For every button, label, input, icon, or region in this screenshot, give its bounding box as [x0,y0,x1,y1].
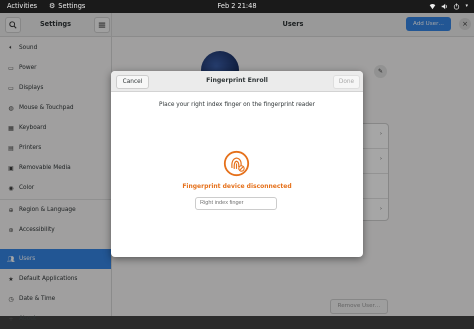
chevron-down-icon: ▾ [465,3,468,9]
enroll-instruction: Place your right index finger on the fin… [159,102,315,108]
power-menu-icon [454,3,460,10]
fingerprint-icon [223,150,250,177]
info-icon: + [8,315,14,323]
dialog-header: Fingerprint Enroll Cancel Done [111,71,363,92]
fingerprint-enroll-dialog: Fingerprint Enroll Cancel Done Place you… [111,71,363,257]
device-status: Fingerprint device disconnected [182,183,292,190]
cancel-button[interactable]: Cancel [116,75,149,89]
network-icon [430,4,436,10]
system-tray[interactable]: ▾ [429,0,468,13]
volume-icon [442,3,448,10]
done-button[interactable]: Done [333,75,360,89]
clock[interactable]: Feb 2 21:48 [0,0,474,13]
finger-name-field[interactable] [195,197,277,210]
sidebar-item-label: About [19,316,37,322]
top-bar: Activities ⚙ Settings Feb 2 21:48 ▾ [0,0,474,13]
